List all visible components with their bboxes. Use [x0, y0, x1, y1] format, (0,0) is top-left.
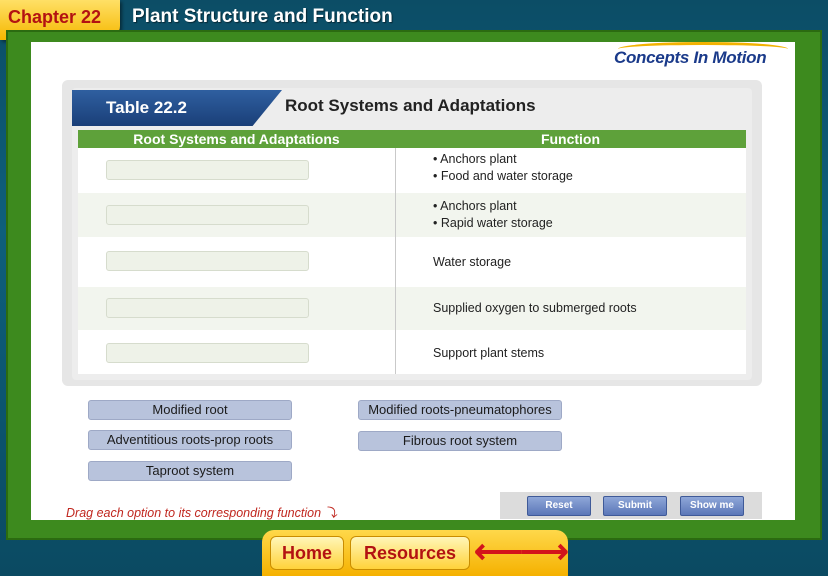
drag-hint-icon: ⤵ — [324, 506, 338, 520]
option-pneumatophores[interactable]: Modified roots-pneumatophores — [358, 400, 562, 420]
submit-button[interactable]: Submit — [603, 496, 667, 516]
function-cell: Support plant stems — [433, 345, 544, 362]
home-button[interactable]: Home — [270, 536, 344, 570]
concepts-in-motion-logo: Concepts In Motion — [614, 42, 789, 74]
table-row: Supplied oxygen to submerged roots — [78, 287, 746, 330]
function-item: Water storage — [433, 255, 512, 269]
function-cell: Supplied oxygen to submerged roots — [433, 300, 637, 317]
function-cell: Anchors plant Food and water storage — [433, 151, 573, 185]
table-row: Anchors plant Food and water storage — [78, 148, 746, 193]
instructions-text: Drag each option to its corresponding fu… — [66, 506, 322, 520]
drop-slot[interactable] — [106, 298, 309, 318]
resources-button[interactable]: Resources — [350, 536, 470, 570]
function-item: Food and water storage — [433, 168, 573, 185]
table-number-badge: Table 22.2 — [72, 90, 282, 126]
page-title: Plant Structure and Function — [132, 6, 393, 27]
column-header-function: Function — [540, 131, 601, 147]
column-header-root-systems: Root Systems and Adaptations — [133, 131, 340, 147]
table-row: Water storage — [78, 237, 746, 287]
root-table: Root Systems and Adaptations Function An… — [78, 130, 746, 374]
option-modified-root[interactable]: Modified root — [88, 400, 292, 420]
table-row: Support plant stems — [78, 330, 746, 374]
function-cell: Water storage — [433, 254, 511, 271]
back-arrow-icon[interactable]: ⟵ — [474, 535, 523, 570]
table-header-row: Root Systems and Adaptations Function — [78, 130, 746, 148]
instructions: Drag each option to its corresponding fu… — [66, 502, 337, 521]
drop-slot[interactable] — [106, 205, 309, 225]
function-item: Anchors plant — [433, 151, 573, 168]
function-item: Support plant stems — [433, 346, 545, 360]
function-item: Anchors plant — [433, 198, 553, 215]
option-adventitious-prop-roots[interactable]: Adventitious roots-prop roots — [88, 430, 292, 450]
logo-text: Concepts In Motion — [614, 48, 767, 67]
table-heading: Root Systems and Adaptations — [285, 96, 536, 115]
table-row: Anchors plant Rapid water storage — [78, 193, 746, 237]
reset-button[interactable]: Reset — [527, 496, 591, 516]
drop-slot[interactable] — [106, 251, 309, 271]
drop-slot[interactable] — [106, 160, 309, 180]
function-item: Rapid water storage — [433, 215, 553, 232]
show-me-button[interactable]: Show me — [680, 496, 744, 516]
option-fibrous-root-system[interactable]: Fibrous root system — [358, 431, 562, 451]
function-item: Supplied oxygen to submerged roots — [433, 301, 637, 315]
option-taproot-system[interactable]: Taproot system — [88, 461, 292, 481]
function-cell: Anchors plant Rapid water storage — [433, 198, 553, 232]
forward-arrow-icon[interactable]: ⟶ — [520, 535, 569, 570]
drop-slot[interactable] — [106, 343, 309, 363]
